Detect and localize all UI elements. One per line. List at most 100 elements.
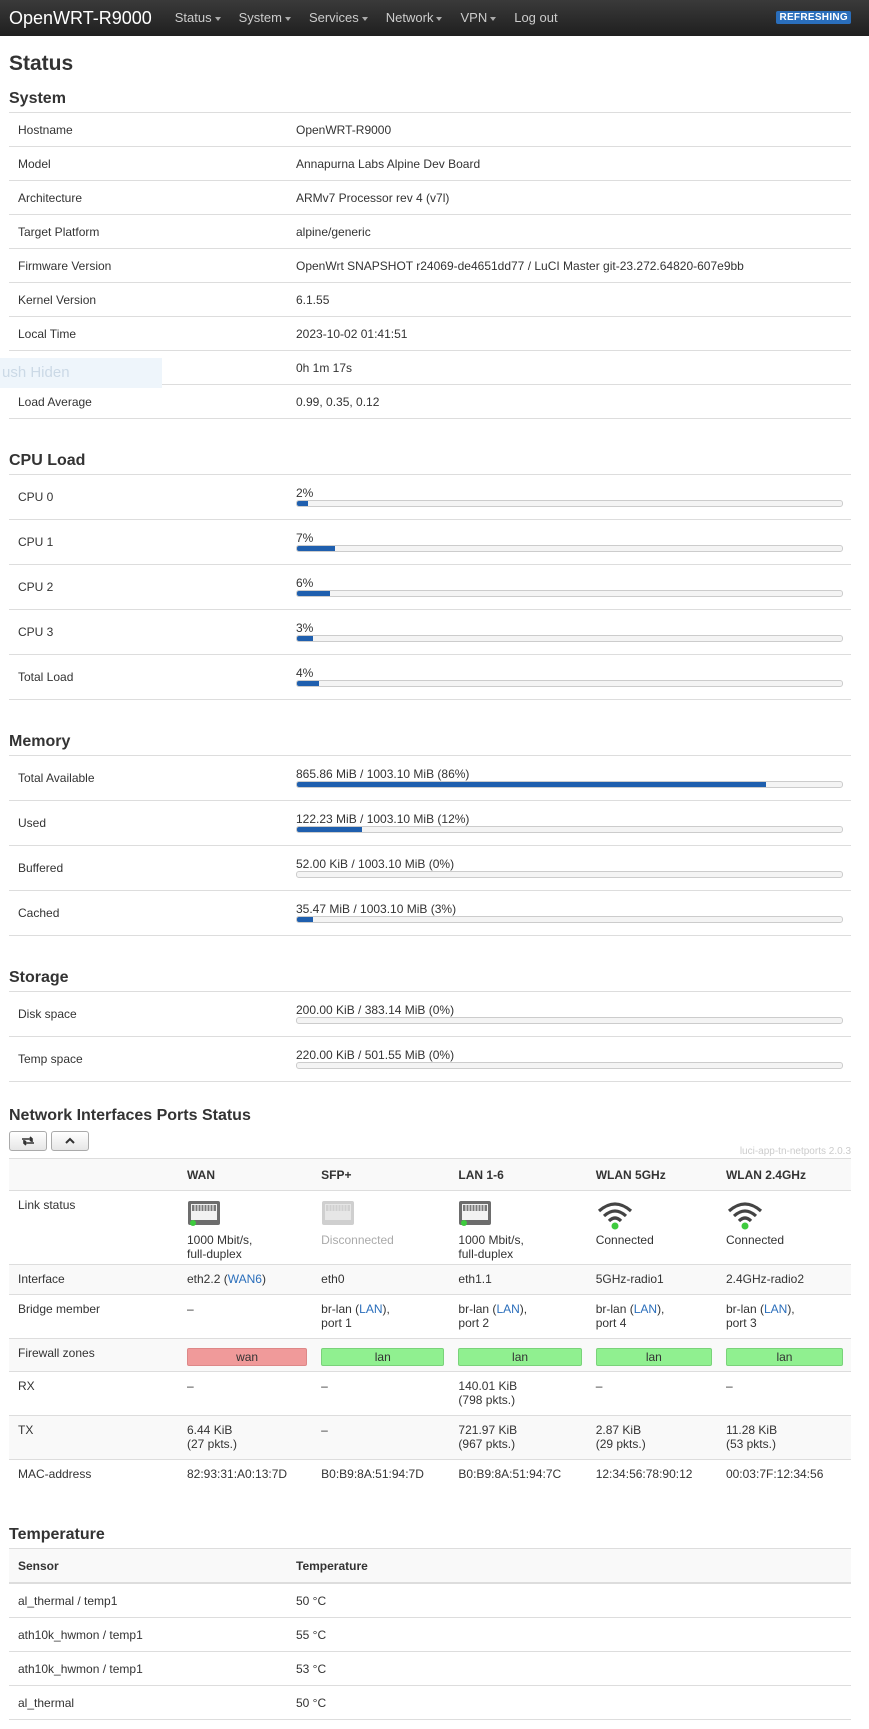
menu-services[interactable]: Services (300, 0, 377, 36)
firewall-zone-badge[interactable]: lan (321, 1348, 445, 1366)
memory-progress-bar (296, 781, 843, 788)
collapse-button[interactable] (51, 1131, 89, 1151)
ports-cell: wan (181, 1338, 316, 1372)
tx-bytes: 6.44 KiB (187, 1423, 233, 1437)
system-row-value: OpenWRT-R9000 (296, 122, 392, 137)
memory-row-key: Total Available (18, 771, 95, 785)
menu-network[interactable]: Network (377, 0, 452, 36)
storage-row: Disk space 200.00 KiB / 383.14 MiB (0%) (9, 992, 851, 1037)
ports-cell: lan (719, 1338, 851, 1372)
chevron-up-icon (65, 1137, 75, 1144)
ports-table: WAN SFP+ LAN 1-6 WLAN 5GHz WLAN 2.4GHz L… (9, 1158, 851, 1493)
temperature-sensor: al_thermal (18, 1695, 75, 1710)
link-status-text-2: full-duplex (187, 1247, 242, 1261)
cpu-bar-label: 7% (296, 531, 314, 545)
temperature-sensor: ath10k_hwmon / temp1 (18, 1627, 143, 1642)
ports-cell: B0:B9:8A:51:94:7C (452, 1459, 590, 1493)
rx-bytes: – (595, 1379, 603, 1393)
bridge-line: br-lan (LAN), (321, 1302, 444, 1316)
link-status-text: Connected (725, 1233, 784, 1247)
col-lan: LAN 1-6 (452, 1158, 590, 1191)
interface-link[interactable]: WAN6 (228, 1272, 262, 1286)
tx-bytes: – (321, 1423, 328, 1437)
tx-packets: (53 pkts.) (725, 1437, 776, 1451)
mac-address: 00:03:7F:12:34:56 (725, 1467, 824, 1481)
main-content: Status System Hostname OpenWRT-R9000 Model… (0, 52, 869, 1720)
bridge-port: port 2 (458, 1316, 490, 1330)
memory-row-key: Used (18, 816, 47, 830)
menu-network-label: Network (385, 10, 434, 25)
ports-cell: 6.44 KiB (27 pkts.) (181, 1415, 316, 1460)
memory-row-value: 865.86 MiB / 1003.10 MiB (86%) (296, 768, 851, 788)
ports-version: luci-app-tn-netports 2.0.3 (739, 1146, 851, 1157)
ports-cell: – (589, 1371, 720, 1416)
cpu-progress-fill (297, 546, 336, 551)
system-row-key: Load Average (18, 394, 92, 409)
firewall-zone-badge[interactable]: lan (458, 1348, 582, 1366)
tx-bytes: 721.97 KiB (458, 1423, 518, 1437)
menu-logout[interactable]: Log out (505, 0, 566, 36)
chevron-down-icon (361, 16, 368, 21)
bridge-link[interactable]: LAN (359, 1302, 382, 1316)
swap-view-button[interactable] (9, 1131, 47, 1151)
ports-row-label: Interface (9, 1264, 181, 1295)
cpu-row-value: 6% (296, 577, 851, 597)
temperature-row: ath10k_hwmon / temp1 55 °C (9, 1618, 851, 1652)
cpu-bar-label: 4% (296, 666, 314, 680)
memory-bar-label: 52.00 KiB / 1003.10 MiB (0%) (296, 857, 455, 871)
memory-bar-label: 865.86 MiB / 1003.10 MiB (86%) (296, 767, 470, 781)
ports-cell: Disconnected (315, 1190, 453, 1265)
storage-title: Storage (9, 969, 69, 986)
ports-row-bridge: Bridge member – br-lan (LAN), port 1 br-lan … (9, 1294, 851, 1339)
bridge-link[interactable]: LAN (764, 1302, 787, 1316)
storage-row-value: 220.00 KiB / 501.55 MiB (0%) (296, 1049, 851, 1069)
link-status-text-2: full-duplex (458, 1247, 514, 1261)
cpu-progress-fill (297, 501, 308, 506)
ports-corner (9, 1158, 181, 1191)
system-row: Model Annapurna Labs Alpine Dev Board (9, 147, 851, 181)
memory-row-key: Cached (18, 906, 60, 920)
system-title: System (9, 90, 66, 107)
storage-header: Storage (9, 961, 851, 992)
temperature-row: al_thermal 50 °C (9, 1686, 851, 1720)
menu-system[interactable]: System (230, 0, 300, 36)
ports-row-tx: TX 6.44 KiB (27 pkts.) –721.97 KiB (967 pkts… (9, 1415, 851, 1460)
mac-address: 82:93:31:A0:13:7D (187, 1467, 288, 1481)
system-row-key: Kernel Version (18, 292, 97, 307)
chevron-down-icon (490, 16, 497, 21)
chevron-down-icon (284, 16, 291, 21)
interface-name: eth0 (321, 1272, 345, 1286)
cpu-bar-label: 3% (296, 621, 314, 635)
memory-section: Memory Total Available 865.86 MiB / 1003.… (9, 725, 851, 936)
cpu-row: CPU 3 3% (9, 610, 851, 655)
ports-cell: lan (315, 1338, 453, 1372)
ethernet-port-disconnected-icon (321, 1200, 444, 1231)
ports-cell: eth1.1 (452, 1264, 590, 1295)
col-sfp: SFP+ (315, 1158, 453, 1191)
storage-section: Storage Disk space 200.00 KiB / 383.14 Mi… (9, 961, 851, 1082)
firewall-zone-badge[interactable]: lan (725, 1348, 843, 1366)
brand-link[interactable]: OpenWRT-R9000 (0, 8, 166, 29)
ports-cell: br-lan (LAN), port 3 (719, 1294, 851, 1339)
menu-vpn[interactable]: VPN (451, 0, 505, 36)
ports-row-link: Link status 1000 Mbit/s, full-duplex Discon… (9, 1190, 851, 1265)
firewall-zone-badge[interactable]: lan (595, 1348, 712, 1366)
menu-status[interactable]: Status (166, 0, 230, 36)
memory-title: Memory (9, 733, 71, 750)
wifi-connected-icon (596, 1200, 712, 1231)
temperature-header-row: Sensor Temperature (9, 1549, 851, 1583)
cpu-progress-bar (296, 590, 843, 597)
bridge-tail: ), (657, 1302, 665, 1316)
bridge-link[interactable]: LAN (634, 1302, 657, 1316)
system-row: Firmware Version OpenWrt SNAPSHOT r24069-… (9, 249, 851, 283)
ethernet-port-connected-icon (458, 1200, 581, 1231)
memory-progress-bar (296, 826, 843, 833)
ports-row-label: Link status (9, 1190, 181, 1265)
link-status-text: Connected (595, 1233, 654, 1247)
ports-cell: 12:34:56:78:90:12 (589, 1459, 720, 1493)
memory-header: Memory (9, 725, 851, 756)
firewall-zone-badge[interactable]: wan (187, 1348, 308, 1366)
bridge-link[interactable]: LAN (496, 1302, 519, 1316)
refreshing-badge[interactable]: REFRESHING (776, 11, 851, 24)
temperature-col-sensor: Sensor (18, 1558, 59, 1573)
